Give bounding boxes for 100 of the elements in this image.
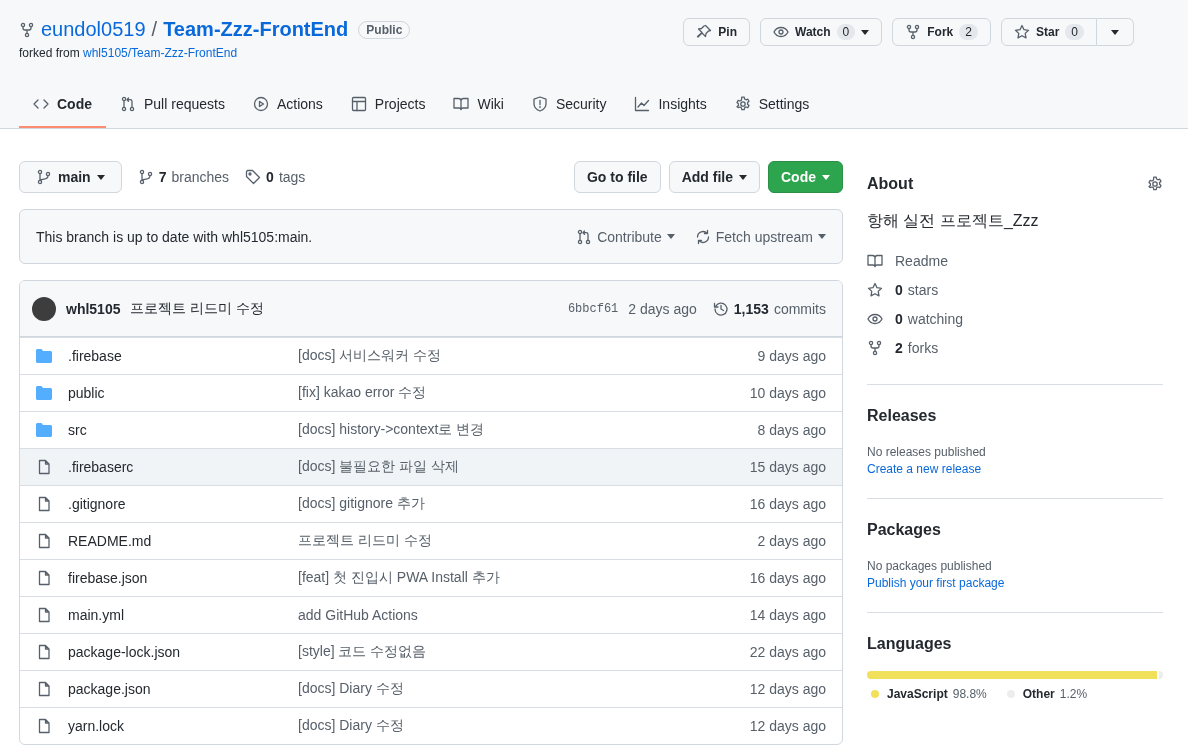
add-file-button[interactable]: Add file xyxy=(668,161,760,193)
publish-package-link[interactable]: Publish your first package xyxy=(867,576,1005,590)
commit-time: 8 days ago xyxy=(757,422,826,438)
file-row[interactable]: yarn.lock [docs] Diary 수정 12 days ago xyxy=(20,707,842,744)
file-name-link[interactable]: .gitignore xyxy=(68,496,298,512)
nav-tab[interactable]: Pull requests xyxy=(106,82,239,128)
owner-link[interactable]: eundol0519 xyxy=(41,18,146,41)
pin-button[interactable]: Pin xyxy=(683,18,750,46)
file-name-link[interactable]: yarn.lock xyxy=(68,718,298,734)
file-row[interactable]: package-lock.json [style] 코드 수정없음 22 days ago xyxy=(20,633,842,670)
file-icon xyxy=(36,718,52,734)
file-name-link[interactable]: .firebase xyxy=(68,348,298,364)
forked-from-text: forked from xyxy=(19,46,80,60)
watch-button[interactable]: Watch 0 xyxy=(760,18,883,46)
nav-tab[interactable]: Security xyxy=(517,82,621,128)
commit-time: 12 days ago xyxy=(749,681,826,697)
file-name-link[interactable]: package-lock.json xyxy=(68,644,298,660)
commit-time: 2 days ago xyxy=(628,300,697,317)
commits-link[interactable]: 1,153 commits xyxy=(712,300,826,317)
readme-link[interactable]: Readme xyxy=(895,252,948,269)
nav-tab[interactable]: Wiki xyxy=(439,82,518,128)
caret-icon xyxy=(822,174,830,180)
file-name-link[interactable]: src xyxy=(68,422,298,438)
packages-heading: Packages xyxy=(867,521,942,539)
count-label: 0 xyxy=(836,24,856,40)
file-name-link[interactable]: package.json xyxy=(68,681,298,697)
file-row[interactable]: .firebaserc [docs] 불필요한 파일 삭제 15 days ago xyxy=(20,448,842,485)
commit-message-link[interactable]: [docs] 서비스워커 수정 xyxy=(298,347,442,363)
commit-author[interactable]: whl5105 xyxy=(66,300,121,317)
contribute-button[interactable]: Contribute xyxy=(576,228,675,245)
commit-message-link[interactable]: [style] 코드 수정없음 xyxy=(298,643,427,659)
about-heading: About xyxy=(867,175,914,193)
commit-message-link[interactable]: [docs] 불필요한 파일 삭제 xyxy=(298,458,460,474)
file-row[interactable]: .firebase [docs] 서비스워커 수정 9 days ago xyxy=(20,337,842,374)
language-link[interactable]: JavaScript 98.8% xyxy=(887,687,987,701)
sync-icon xyxy=(694,228,711,245)
commit-time: 22 days ago xyxy=(749,644,826,660)
languages-heading: Languages xyxy=(867,635,953,653)
star-button[interactable]: Star 0 xyxy=(1000,18,1097,46)
forked-from-link[interactable]: whl5105/Team-Zzz-FrontEnd xyxy=(83,46,238,60)
file-icon xyxy=(36,570,52,586)
branches-link[interactable]: 7 branches xyxy=(137,169,230,185)
nav-tab[interactable]: Actions xyxy=(238,82,337,128)
nav-tab[interactable]: Code xyxy=(19,82,106,128)
branch-icon xyxy=(137,169,154,185)
file-name-link[interactable]: .firebaserc xyxy=(68,459,298,475)
branch-select-button[interactable]: main xyxy=(19,161,122,193)
forks-link[interactable]: 2 forks xyxy=(895,339,939,356)
fork-icon xyxy=(905,24,922,40)
file-name-link[interactable]: README.md xyxy=(68,533,298,549)
commit-message[interactable]: 프로젝트 리드미 수정 xyxy=(130,299,265,318)
repo-description: 항해 실전 프로젝트_Zzz xyxy=(867,211,1040,231)
nav-tab[interactable]: Projects xyxy=(336,82,440,128)
repo-name-link[interactable]: Team-Zzz-FrontEnd xyxy=(163,18,349,41)
fork-button[interactable]: Fork 2 xyxy=(892,18,991,46)
commit-message-link[interactable]: [docs] history->context로 변경 xyxy=(298,421,485,437)
branch-icon xyxy=(36,169,52,185)
tag-icon xyxy=(245,169,262,185)
commit-message-link[interactable]: [docs] gitignore 추가 xyxy=(298,495,425,511)
star-dropdown-button[interactable] xyxy=(1097,18,1134,46)
language-link[interactable]: Other 1.2% xyxy=(1022,687,1088,701)
fetch-upstream-button[interactable]: Fetch upstream xyxy=(694,228,826,245)
file-row[interactable]: .gitignore [docs] gitignore 추가 16 days ago xyxy=(20,485,842,522)
commit-time: 15 days ago xyxy=(749,459,826,475)
commit-message-link[interactable]: add GitHub Actions xyxy=(298,607,418,623)
folder-icon xyxy=(36,423,52,437)
file-icon xyxy=(36,496,52,512)
create-release-link[interactable]: Create a new release xyxy=(867,462,982,476)
file-name-link[interactable]: firebase.json xyxy=(68,570,298,586)
commit-message-link[interactable]: [feat] 첫 진입시 PWA Install 추가 xyxy=(298,569,500,585)
go-to-file-button[interactable]: Go to file xyxy=(574,161,661,193)
book-icon xyxy=(453,96,470,112)
commit-message-link[interactable]: [docs] Diary 수정 xyxy=(298,680,404,696)
tags-link[interactable]: 0 tags xyxy=(245,169,306,185)
nav-tab[interactable]: Insights xyxy=(620,82,721,128)
file-name-link[interactable]: public xyxy=(68,385,298,401)
file-row[interactable]: public [fix] kakao error 수정 10 days ago xyxy=(20,374,842,411)
caret-icon xyxy=(1111,29,1119,35)
commit-message-link[interactable]: [docs] Diary 수정 xyxy=(298,717,404,733)
nav-tab[interactable]: Settings xyxy=(720,82,824,128)
pull-request-icon xyxy=(576,228,593,245)
settings-icon[interactable] xyxy=(1147,176,1163,192)
commit-time: 16 days ago xyxy=(749,570,826,586)
commit-sha[interactable]: 6bbcf61 xyxy=(567,301,619,316)
table-icon xyxy=(350,96,367,112)
watching-link[interactable]: 0 watching xyxy=(895,310,964,327)
file-name-link[interactable]: main.yml xyxy=(68,607,298,623)
history-icon xyxy=(712,300,729,317)
shield-icon xyxy=(531,96,548,112)
commit-message-link[interactable]: [fix] kakao error 수정 xyxy=(298,384,427,400)
file-row[interactable]: main.yml add GitHub Actions 14 days ago xyxy=(20,596,842,633)
file-row[interactable]: firebase.json [feat] 첫 진입시 PWA Install 추가 16 days ago xyxy=(20,559,842,596)
commit-time: 12 days ago xyxy=(749,718,826,734)
eye-icon xyxy=(773,24,789,40)
file-row[interactable]: package.json [docs] Diary 수정 12 days ago xyxy=(20,670,842,707)
file-row[interactable]: README.md 프로젝트 리드미 수정 2 days ago xyxy=(20,522,842,559)
book-icon xyxy=(867,252,883,269)
releases-heading: Releases xyxy=(867,407,938,425)
stars-link[interactable]: 0 stars xyxy=(895,281,939,298)
commit-message-link[interactable]: 프로젝트 리드미 수정 xyxy=(298,532,432,548)
